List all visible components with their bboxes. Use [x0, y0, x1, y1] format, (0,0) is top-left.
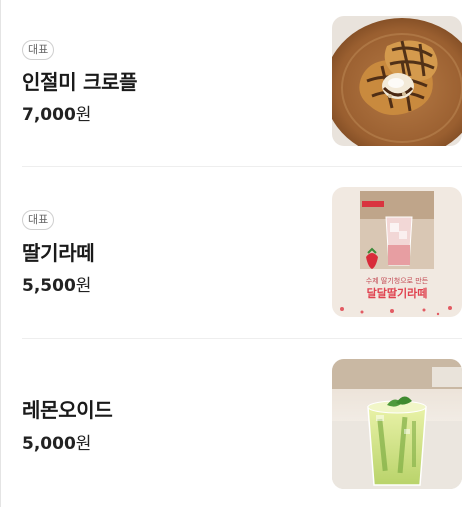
menu-item-name: 인절미 크로플 [22, 70, 138, 94]
price-amount: 5,500 [22, 276, 76, 296]
menu-item-price: 7,000원 [22, 100, 91, 125]
menu-item-injeolmi-croffle[interactable]: 대표 인절미 크로플 7,000원 [22, 16, 462, 146]
menu-item-name: 딸기라떼 [22, 241, 95, 265]
menu-item-strawberry-latte[interactable]: 대표 딸기라떼 5,500원 수제 딸기청으로 만든 달달딸기라떼 [22, 187, 462, 317]
price-currency: 원 [75, 434, 92, 454]
price-amount: 5,000 [22, 434, 76, 454]
menu-item-price: 5,500원 [22, 271, 91, 296]
croffle-photo[interactable] [332, 16, 462, 146]
signature-badge: 대표 [22, 210, 55, 230]
lemonade-image [332, 359, 462, 489]
signature-badge: 대표 [22, 40, 55, 60]
menu-item-price: 5,000원 [22, 429, 91, 454]
menu-item-name: 레몬오이드 [22, 398, 113, 422]
menu-item-info: 대표 인절미 크로플 7,000원 [22, 16, 312, 146]
price-currency: 원 [75, 276, 92, 296]
poster-caption: 수제 딸기청으로 만든 [366, 276, 429, 285]
price-currency: 원 [75, 105, 92, 125]
menu-item-lemonade[interactable]: 레몬오이드 5,000원 [22, 359, 462, 489]
price-amount: 7,000 [22, 105, 76, 125]
menu-item-info: 레몬오이드 5,000원 [22, 359, 312, 489]
menu-item-info: 대표 딸기라떼 5,500원 [22, 187, 312, 317]
lemonade-photo[interactable] [332, 359, 462, 489]
strawberry-latte-poster[interactable]: 수제 딸기청으로 만든 달달딸기라떼 [332, 187, 462, 317]
strawberry-latte-image: 수제 딸기청으로 만든 달달딸기라떼 [332, 187, 462, 317]
croffle-image [332, 16, 462, 146]
menu-list: 대표 인절미 크로플 7,000원 대표 딸기라떼 5,500원 수제 딸기청으… [0, 0, 475, 507]
poster-headline: 달달딸기라떼 [367, 286, 428, 300]
divider [22, 166, 462, 167]
divider [22, 338, 462, 339]
